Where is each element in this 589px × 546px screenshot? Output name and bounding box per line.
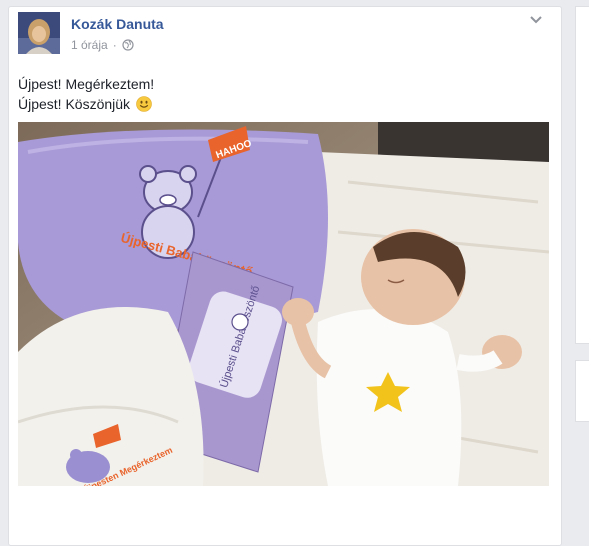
post-text-line-2-text: Újpest! Köszönjük [18,96,131,112]
post-text: Újpest! Megérkeztem! Újpest! Köszönjük [18,74,154,114]
post-photo[interactable]: HAHOO Újpesti Babaköszöntő Újpesti Babak… [18,122,549,486]
right-column-panel-lower [575,360,589,422]
post-text-line-1: Újpest! Megérkeztem! [18,76,155,92]
post-meta: 1 órája · [71,38,134,52]
author-name-link[interactable]: Kozák Danuta [71,16,164,32]
globe-icon[interactable] [122,39,134,51]
author-avatar[interactable] [18,12,60,54]
chevron-down-icon[interactable] [528,14,544,26]
post-timestamp[interactable]: 1 órája [71,38,108,52]
smiley-emoji-icon [136,96,152,112]
post-text-line-2: Újpest! Köszönjük [18,94,154,114]
right-column-panel [575,6,589,344]
meta-separator: · [112,38,117,52]
